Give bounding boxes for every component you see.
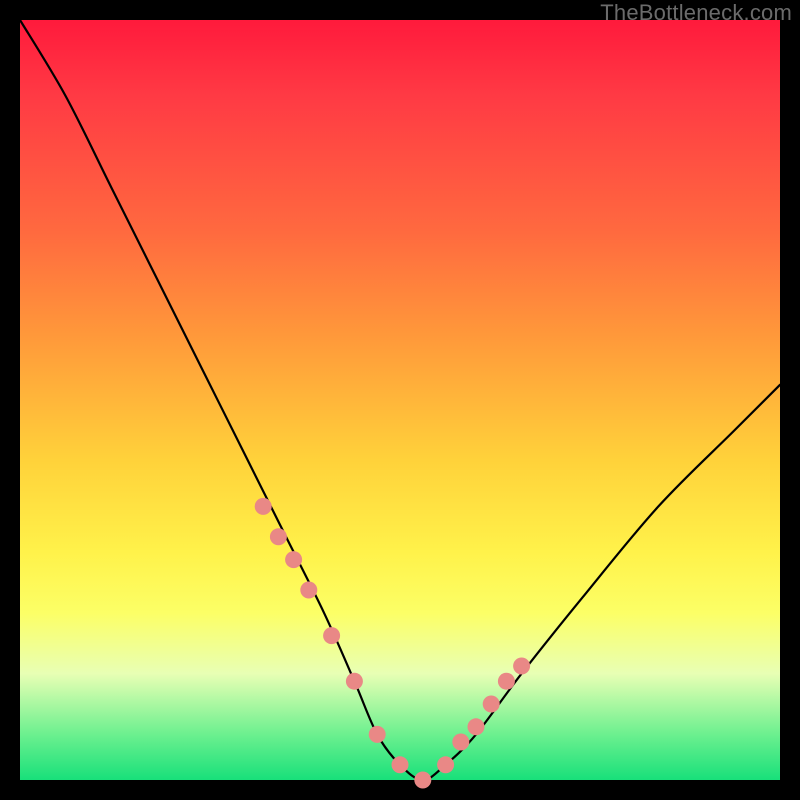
- chart-frame: TheBottleneck.com: [0, 0, 800, 800]
- marker-point: [392, 756, 409, 773]
- marker-point: [323, 627, 340, 644]
- marker-point: [369, 726, 386, 743]
- marker-point: [346, 673, 363, 690]
- marker-point: [468, 718, 485, 735]
- marker-point: [483, 696, 500, 713]
- marker-point: [255, 498, 272, 515]
- marker-point: [270, 528, 287, 545]
- marker-point: [452, 734, 469, 751]
- marker-group: [255, 498, 530, 789]
- watermark-text: TheBottleneck.com: [600, 0, 792, 26]
- marker-point: [414, 772, 431, 789]
- marker-point: [513, 658, 530, 675]
- chart-svg: [20, 20, 780, 780]
- bottleneck-curve-path: [20, 20, 780, 780]
- marker-point: [437, 756, 454, 773]
- marker-point: [300, 582, 317, 599]
- plot-area: [20, 20, 780, 780]
- marker-point: [498, 673, 515, 690]
- marker-point: [285, 551, 302, 568]
